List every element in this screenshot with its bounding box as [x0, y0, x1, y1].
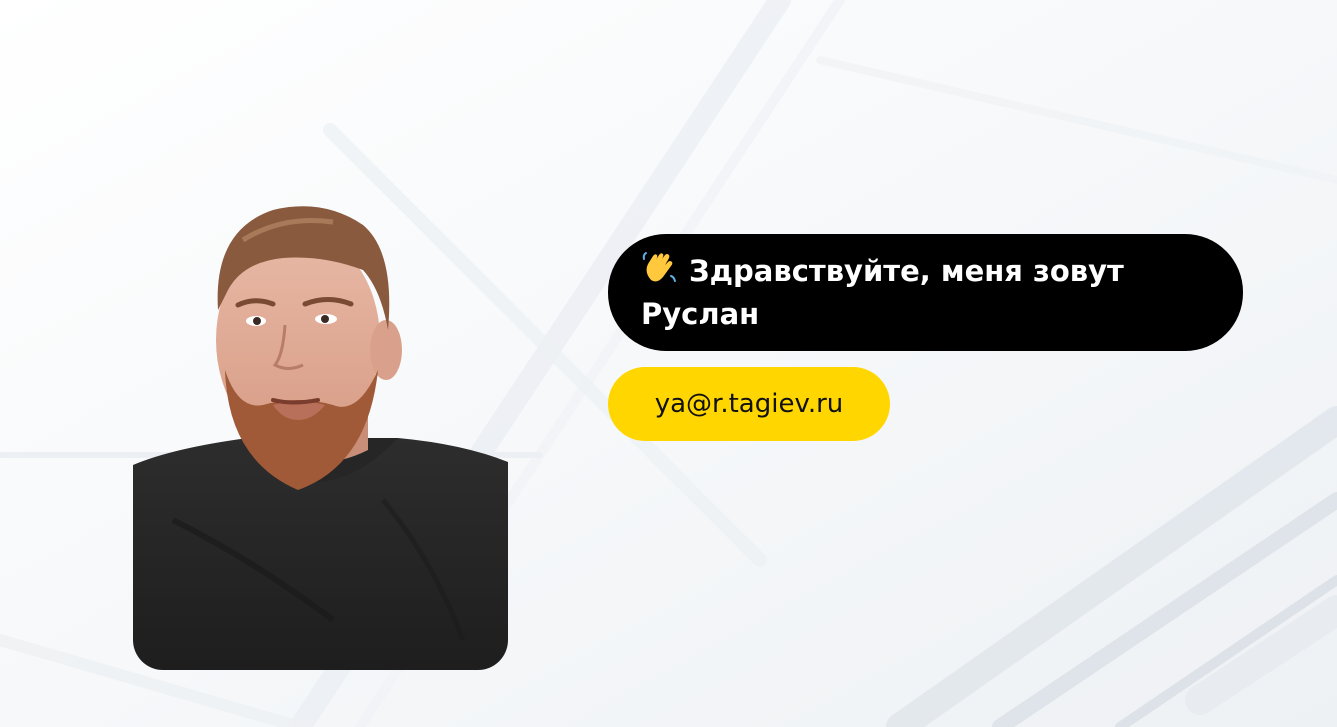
email-link[interactable]: ya@r.tagiev.ru	[608, 367, 890, 441]
greeting-banner: Здравствуйте, меня зовут Руслан	[608, 234, 1243, 351]
waving-hand-icon	[642, 252, 676, 282]
greeting-text: Здравствуйте, меня зовут Руслан	[641, 254, 1124, 331]
landing-page: Здравствуйте, меня зовут Руслан ya@r.tag…	[0, 0, 1337, 727]
profile-photo	[133, 200, 508, 670]
